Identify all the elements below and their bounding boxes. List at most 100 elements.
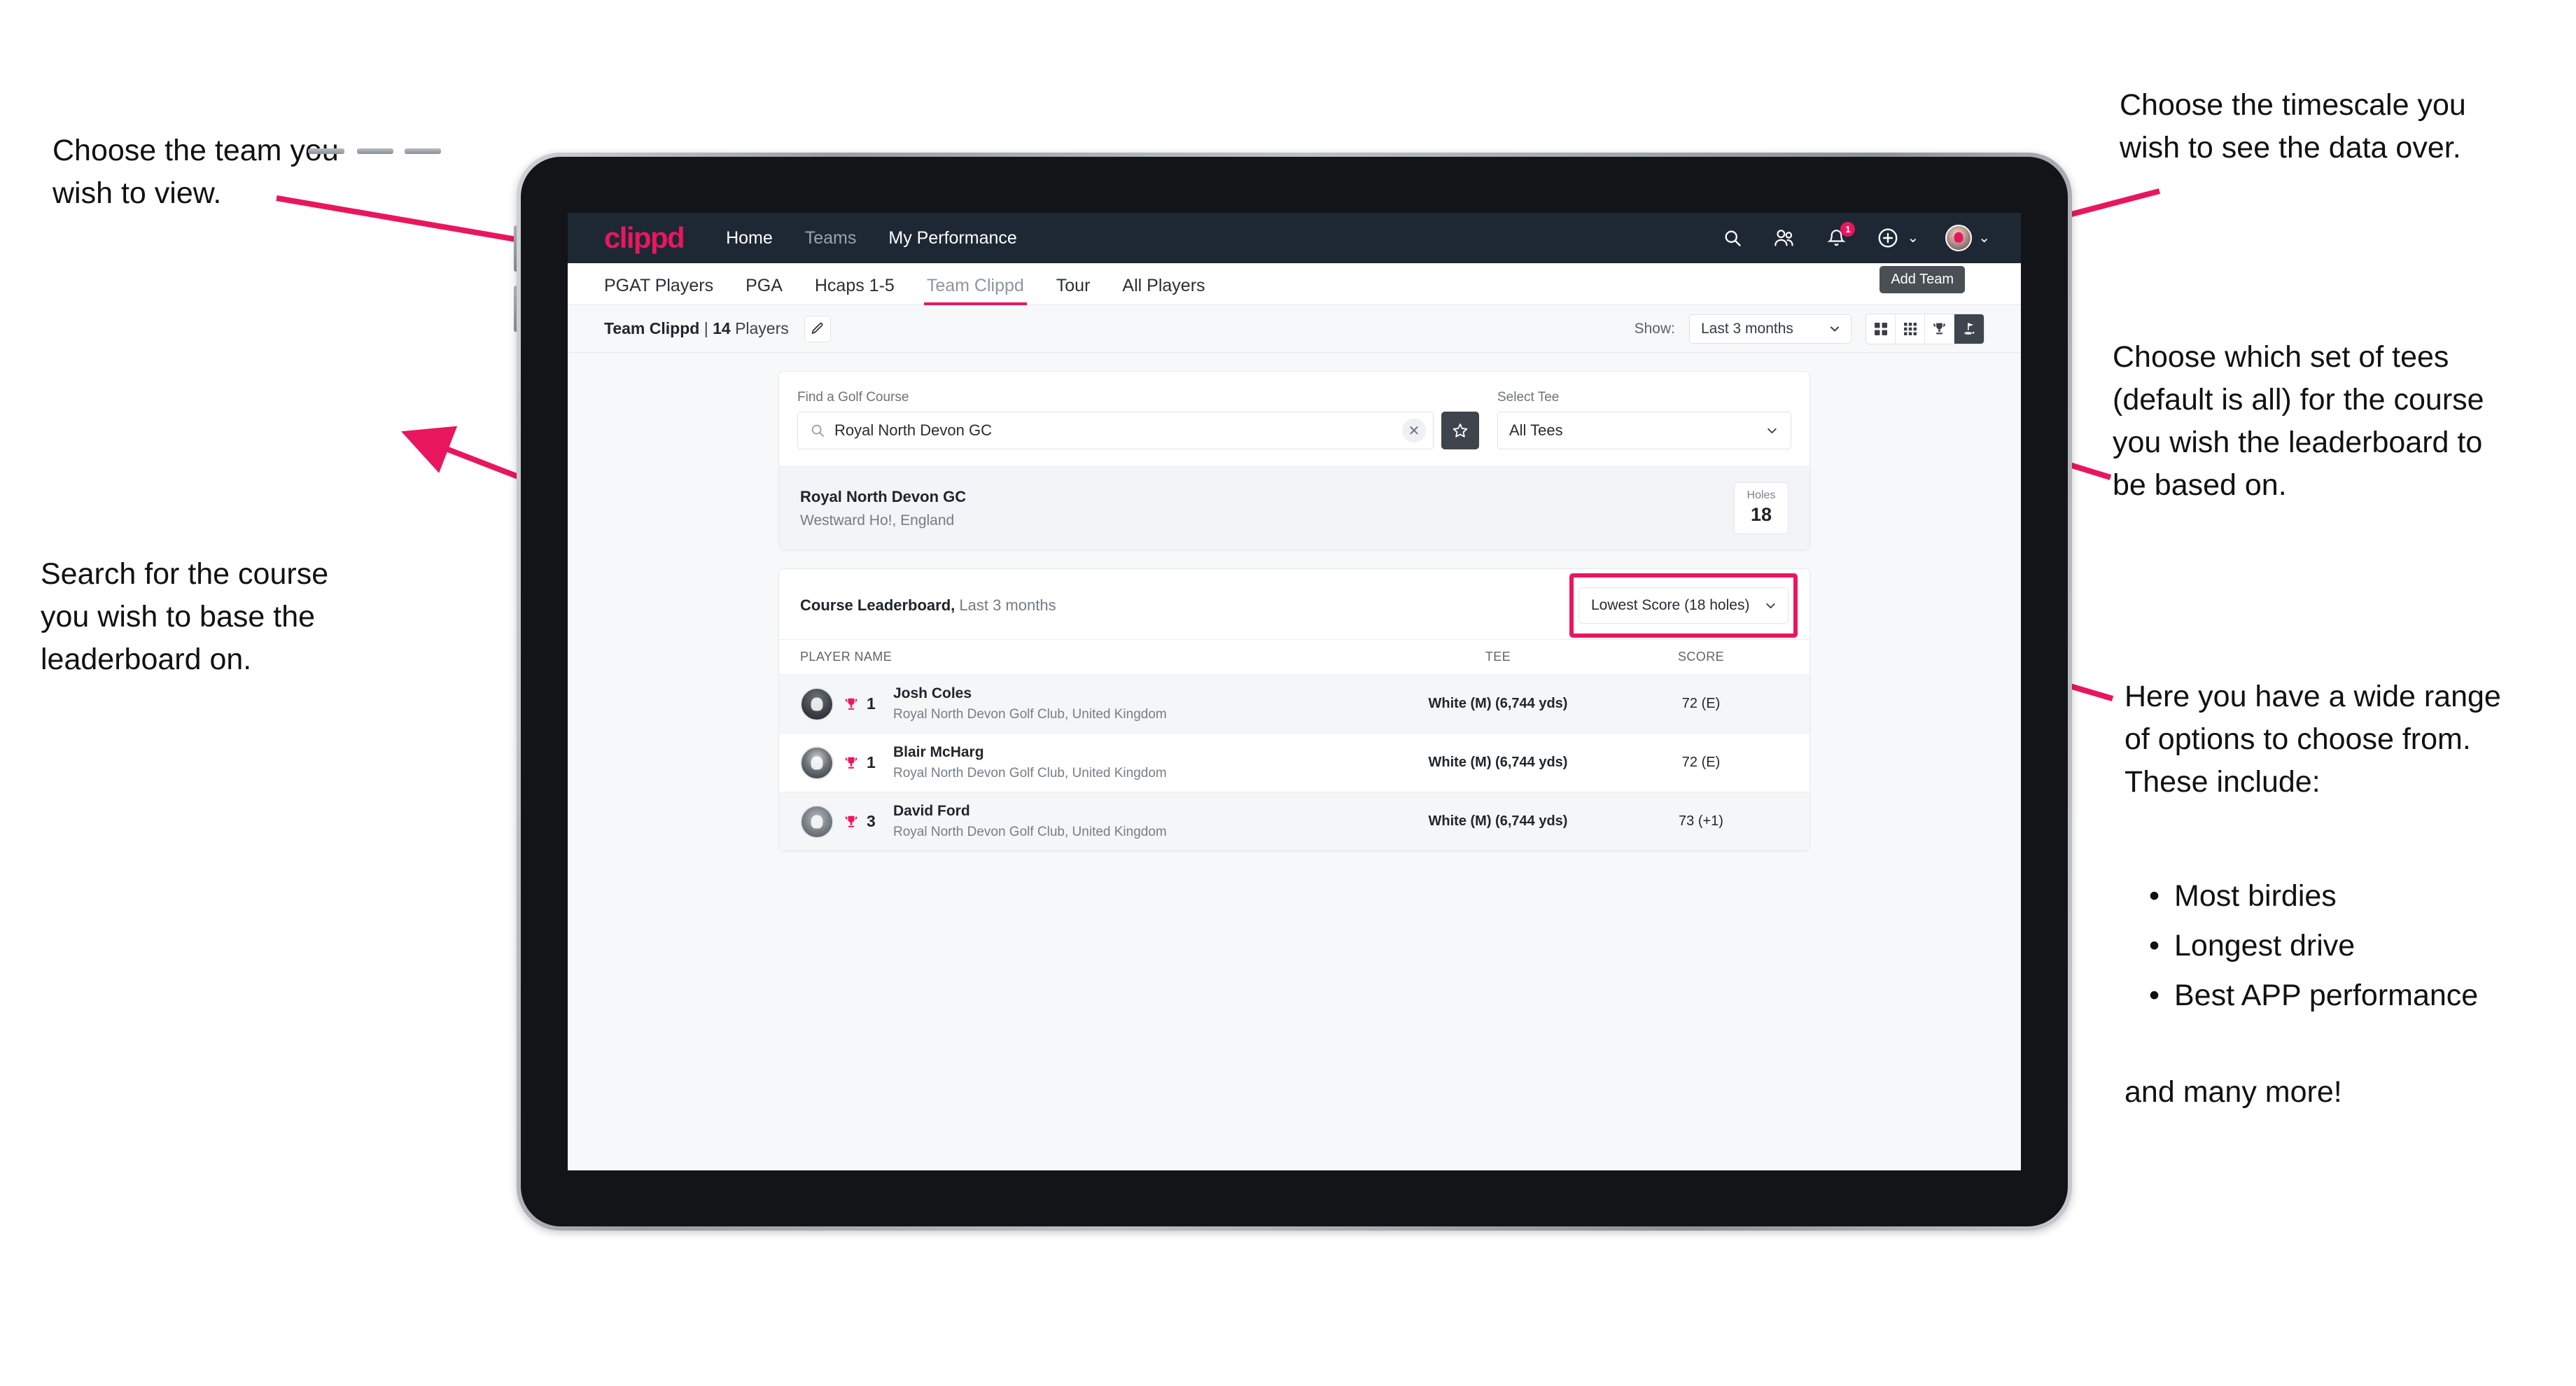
leaderboard-metric-select[interactable]: Lowest Score (18 holes): [1578, 587, 1788, 624]
rank-value: 1: [867, 753, 876, 771]
tee-select[interactable]: All Tees: [1497, 412, 1791, 449]
tablet-device-frame: clippd Home Teams My Performance 1 ⌄ ⌄ P…: [517, 153, 2072, 1231]
close-icon[interactable]: ✕: [1402, 419, 1426, 442]
view-golf-flag-button[interactable]: [1954, 314, 1984, 344]
player-cell: 3 David Ford Royal North Devon Golf Club…: [800, 803, 1382, 840]
notifications-icon[interactable]: 1: [1823, 222, 1856, 251]
add-icon[interactable]: [1875, 225, 1900, 251]
separator: |: [704, 319, 708, 337]
leaderboard-title: Course Leaderboard, Last 3 months: [800, 596, 1056, 615]
column-score: SCORE: [1677, 650, 1724, 664]
player-info: Josh Coles Royal North Devon Golf Club, …: [893, 685, 1167, 722]
player-info: David Ford Royal North Devon Golf Club, …: [893, 803, 1167, 840]
edit-team-button[interactable]: [804, 315, 831, 342]
avatar: [800, 746, 834, 780]
course-result-row[interactable]: Royal North Devon GC Westward Ho!, Engla…: [779, 466, 1809, 550]
course-result-info: Royal North Devon GC Westward Ho!, Engla…: [800, 488, 966, 529]
annotation-options-intro: Here you have a wide range of options to…: [2124, 680, 2501, 799]
add-team-tooltip: Add Team: [1879, 266, 1965, 293]
chevron-down-icon: [1768, 428, 1777, 433]
player-cell: 1 Josh Coles Royal North Devon Golf Club…: [800, 685, 1382, 722]
bullet-icon: •: [2149, 879, 2160, 913]
view-mode-toggle: [1865, 313, 1984, 344]
column-tee: TEE: [1485, 650, 1511, 664]
star-icon: [1452, 424, 1468, 438]
list-item: • Most birdies: [2149, 875, 2478, 918]
rank-value: 1: [867, 694, 876, 713]
leaderboard-column-headers: PLAYER NAME TEE SCORE: [779, 640, 1809, 674]
people-icon[interactable]: [1772, 225, 1797, 251]
rank-group: 1: [844, 753, 878, 772]
trophy-icon: [1933, 323, 1945, 335]
tee-select-label: Select Tee: [1497, 390, 1560, 405]
tee-select-value: All Tees: [1509, 421, 1563, 439]
tab-hcaps-1-5[interactable]: Hcaps 1-5: [815, 276, 895, 305]
tab-pga[interactable]: PGA: [746, 276, 783, 305]
app-navbar: clippd Home Teams My Performance 1 ⌄ ⌄: [568, 213, 2021, 263]
player-score: 72 (E): [1681, 696, 1721, 711]
annotation-timescale: Choose the timescale you wish to see the…: [2120, 88, 2466, 165]
rank-value: 3: [867, 812, 876, 830]
toolbar-right: Show: Last 3 months: [1634, 313, 1984, 344]
search-icon[interactable]: [1720, 225, 1745, 251]
course-result-name: Royal North Devon GC: [800, 487, 967, 505]
team-name: Team Clippd: [604, 319, 700, 337]
annotation-select-tees: Choose which set of tees (default is all…: [2113, 340, 2484, 503]
nav-link-teams[interactable]: Teams: [805, 228, 857, 248]
favorite-course-button[interactable]: [1441, 412, 1479, 449]
player-score: 72 (E): [1681, 755, 1721, 770]
player-name: David Ford: [893, 803, 970, 819]
view-trophy-button[interactable]: [1925, 314, 1954, 344]
leaderboard-header: Course Leaderboard, Last 3 months Lowest…: [779, 569, 1809, 640]
add-menu[interactable]: ⌄: [1875, 225, 1919, 251]
profile-menu[interactable]: ⌄: [1945, 225, 1990, 251]
list-item: • Longest drive: [2149, 925, 2478, 967]
tab-all-players[interactable]: All Players: [1122, 276, 1205, 305]
clippd-logo[interactable]: clippd: [604, 221, 685, 255]
tab-team-clippd[interactable]: Team Clippd: [923, 276, 1027, 305]
period-value: Last 3 months: [1701, 320, 1793, 337]
leaderboard-metric-value: Lowest Score (18 holes): [1591, 597, 1750, 613]
course-search-input[interactable]: Royal North Devon GC ✕: [797, 412, 1434, 449]
tab-tour[interactable]: Tour: [1056, 276, 1091, 305]
player-cell: 1 Blair McHarg Royal North Devon Golf Cl…: [800, 744, 1382, 781]
list-item: • Best APP performance: [2149, 974, 2478, 1017]
bullet-icon: •: [2149, 979, 2160, 1013]
holes-label: Holes: [1746, 489, 1776, 501]
annotation-options-outro: and many more!: [2124, 1075, 2342, 1109]
navbar-actions: 1 ⌄ ⌄: [1720, 222, 1990, 251]
grid-4-icon: [1874, 322, 1887, 335]
trophy-icon: [845, 757, 858, 769]
player-tee: White (M) (6,744 yds): [1428, 696, 1568, 711]
leaderboard-title-sub: Last 3 months: [955, 596, 1056, 614]
device-button-top-1: [308, 148, 344, 154]
app-screen: clippd Home Teams My Performance 1 ⌄ ⌄ P…: [568, 213, 2021, 1170]
show-label: Show:: [1634, 320, 1675, 337]
bullet-icon: •: [2149, 929, 2160, 963]
profile-icon[interactable]: [1945, 225, 1973, 251]
table-row[interactable]: 1 Blair McHarg Royal North Devon Golf Cl…: [779, 733, 1809, 792]
view-grid-4-button[interactable]: [1866, 314, 1896, 344]
tab-pgat-players[interactable]: PGAT Players: [604, 276, 713, 305]
player-info: Blair McHarg Royal North Devon Golf Club…: [893, 744, 1167, 781]
nav-link-my-performance[interactable]: My Performance: [888, 228, 1016, 248]
player-club: Royal North Devon Golf Club, United King…: [893, 825, 1167, 839]
holes-badge: Holes 18: [1734, 482, 1788, 534]
chevron-down-icon: ⌄: [1978, 230, 1990, 246]
table-row[interactable]: 3 David Ford Royal North Devon Golf Club…: [779, 792, 1809, 850]
period-select[interactable]: Last 3 months: [1689, 314, 1851, 344]
search-icon: [811, 424, 825, 438]
device-button-top-3: [405, 148, 441, 154]
course-search-value: Royal North Devon GC: [834, 421, 992, 439]
player-tee: White (M) (6,744 yds): [1428, 813, 1568, 829]
annotation-choose-team: Choose the team you wish to view.: [52, 134, 339, 211]
table-row[interactable]: 1 Josh Coles Royal North Devon Golf Club…: [779, 674, 1809, 733]
tee-select-field: Select Tee All Tees: [1497, 390, 1791, 449]
course-result-location: Westward Ho!, England: [800, 512, 955, 528]
golf-flag-icon: [1963, 322, 1974, 335]
holes-value: 18: [1750, 504, 1772, 525]
course-leaderboard-card: Course Leaderboard, Last 3 months Lowest…: [778, 568, 1810, 851]
player-club: Royal North Devon Golf Club, United King…: [893, 707, 1167, 722]
nav-link-home[interactable]: Home: [726, 228, 773, 248]
view-grid-9-button[interactable]: [1896, 314, 1925, 344]
